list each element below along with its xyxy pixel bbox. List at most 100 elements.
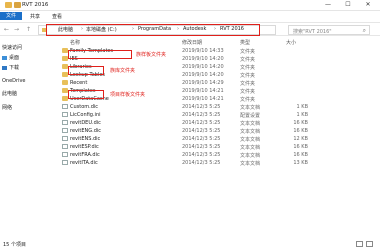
file-type: 文件夹 <box>240 73 256 79</box>
tab-file[interactable]: 文件 <box>0 12 22 20</box>
folder-icon <box>62 80 68 85</box>
file-type: 文本文档 <box>240 153 261 159</box>
forward-button[interactable]: → <box>14 26 19 33</box>
file-type: 文本文档 <box>240 137 261 143</box>
breadcrumb-item[interactable]: RVT 2016 <box>220 26 244 32</box>
file-name: revitENG.dic <box>70 128 102 134</box>
file-row[interactable]: revitFRA.dic 2014/12/3 5:25 文本文档 16 KB <box>42 151 380 159</box>
chevron-right-icon: › <box>81 26 83 32</box>
chevron-right-icon: › <box>132 26 134 32</box>
family-templates-highlight <box>68 50 132 59</box>
file-icon <box>62 120 68 125</box>
search-icon[interactable]: ⌕ <box>363 27 366 35</box>
file-row[interactable]: LicConfig.ini 2014/12/3 5:25 配置设置 1 KB <box>42 111 380 119</box>
search-input[interactable]: 搜索"RVT 2016" ⌕ <box>288 25 370 35</box>
column-header-date[interactable]: 修改日期 <box>182 39 202 46</box>
file-date: 2019/9/10 14:20 <box>182 72 224 78</box>
breadcrumb-item[interactable]: 本地磁盘 (C:) <box>86 26 117 33</box>
file-date: 2014/12/3 5:25 <box>182 160 221 166</box>
file-name: LicConfig.ini <box>70 112 101 118</box>
file-size: 1 KB <box>296 112 308 118</box>
file-type: 文本文档 <box>240 121 261 127</box>
close-button[interactable]: ✕ <box>360 0 376 10</box>
file-row[interactable]: Recent 2019/9/10 14:29 文件夹 <box>42 79 380 87</box>
annotation-templates: 项目样板文件夹 <box>110 92 146 98</box>
annotation-family-templates: 族样板文件夹 <box>136 52 167 58</box>
item-count: 15 个项目 <box>3 242 26 248</box>
tab-share[interactable]: 共享 <box>30 13 40 20</box>
file-date: 2014/12/3 5:25 <box>182 112 221 118</box>
file-date: 2019/9/10 14:21 <box>182 96 224 102</box>
templates-highlight <box>68 90 104 99</box>
large-icons-view-icon[interactable] <box>366 241 373 247</box>
file-type: 文件夹 <box>240 65 256 71</box>
search-placeholder: 搜索"RVT 2016" <box>293 29 332 35</box>
sidebar-item-downloads[interactable]: 下载 <box>2 64 19 71</box>
file-row[interactable]: revitENG.dic 2014/12/3 5:25 文本文档 16 KB <box>42 127 380 135</box>
file-type: 文本文档 <box>240 145 261 151</box>
file-type: 文本文档 <box>240 105 261 111</box>
file-icon <box>62 160 68 165</box>
file-type: 文件夹 <box>240 57 256 63</box>
address-row: ← → ↑ 此电脑 › 本地磁盘 (C:) › ProgramData › Au… <box>0 22 380 36</box>
folder-icon <box>5 2 12 8</box>
file-row[interactable]: revitITA.dic 2014/12/3 5:25 文本文档 13 KB <box>42 159 380 167</box>
file-name: revitDEU.dic <box>70 120 101 126</box>
file-date: 2019/9/10 14:29 <box>182 80 224 86</box>
download-icon <box>2 65 7 70</box>
column-header-type[interactable]: 类型 <box>240 39 250 46</box>
chevron-right-icon: › <box>177 26 179 32</box>
file-name: Recent <box>70 80 88 86</box>
file-row[interactable]: revitESP.dic 2014/12/3 5:25 文本文档 16 KB <box>42 143 380 151</box>
file-date: 2014/12/3 5:25 <box>182 152 221 158</box>
breadcrumb-item[interactable]: ProgramData <box>138 26 171 32</box>
file-icon <box>62 104 68 109</box>
file-size: 16 KB <box>293 152 308 158</box>
ribbon: 文件 共享 查看 <box>0 11 380 21</box>
file-date: 2019/9/10 14:33 <box>182 48 224 54</box>
sidebar-item-desktop[interactable]: 桌面 <box>2 54 19 61</box>
chevron-right-icon: › <box>214 26 216 32</box>
column-header-size[interactable]: 大小 <box>286 39 296 46</box>
up-button[interactable]: ↑ <box>26 26 31 33</box>
file-date: 2019/9/10 14:20 <box>182 64 224 70</box>
column-header-name[interactable]: 名称 <box>70 39 80 46</box>
tab-view[interactable]: 查看 <box>52 13 62 20</box>
file-size: 16 KB <box>293 128 308 134</box>
breadcrumb-item[interactable]: 此电脑 <box>58 26 73 33</box>
window-title: RVT 2016 <box>22 2 49 8</box>
minimize-button[interactable]: — <box>320 0 336 10</box>
file-icon <box>62 152 68 157</box>
file-name: revitITA.dic <box>70 160 98 166</box>
file-size: 13 KB <box>293 160 308 166</box>
file-icon <box>62 144 68 149</box>
file-row[interactable]: revitDEU.dic 2014/12/3 5:25 文本文档 16 KB <box>42 119 380 127</box>
navigation-pane: 快速访问 桌面 下载 OneDrive 此电脑 网络 <box>0 38 40 238</box>
file-type: 文件夹 <box>240 81 256 87</box>
file-type: 文件夹 <box>240 89 256 95</box>
file-icon <box>62 128 68 133</box>
file-name: revitFRA.dic <box>70 152 100 158</box>
file-row[interactable]: revitENS.dic 2014/12/3 5:25 文本文档 12 KB <box>42 135 380 143</box>
details-view-icon[interactable] <box>356 241 363 247</box>
status-bar: 15 个项目 <box>0 238 380 250</box>
file-type: 文件夹 <box>240 97 256 103</box>
breadcrumb-item[interactable]: Autodesk <box>183 26 206 32</box>
file-size: 16 KB <box>293 120 308 126</box>
sidebar-item-quick-access[interactable]: 快速访问 <box>2 44 22 51</box>
sidebar-item-onedrive[interactable]: OneDrive <box>2 78 26 84</box>
maximize-button[interactable]: ☐ <box>340 0 356 10</box>
sidebar-item-network[interactable]: 网络 <box>2 104 12 111</box>
back-button[interactable]: ← <box>4 26 9 33</box>
file-icon <box>62 112 68 117</box>
file-date: 2014/12/3 5:25 <box>182 120 221 126</box>
quick-access-icon[interactable] <box>14 2 21 8</box>
file-list: 名称 修改日期 类型 大小 Family Templates 2019/9/10 … <box>42 38 380 238</box>
libraries-highlight <box>68 66 104 75</box>
file-date: 2014/12/3 5:25 <box>182 128 221 134</box>
file-row[interactable]: Custom.dic 2014/12/3 5:25 文本文档 1 KB <box>42 103 380 111</box>
file-date: 2014/12/3 5:25 <box>182 104 221 110</box>
sidebar-item-this-pc[interactable]: 此电脑 <box>2 90 17 97</box>
file-date: 2014/12/3 5:25 <box>182 144 221 150</box>
file-icon <box>62 136 68 141</box>
